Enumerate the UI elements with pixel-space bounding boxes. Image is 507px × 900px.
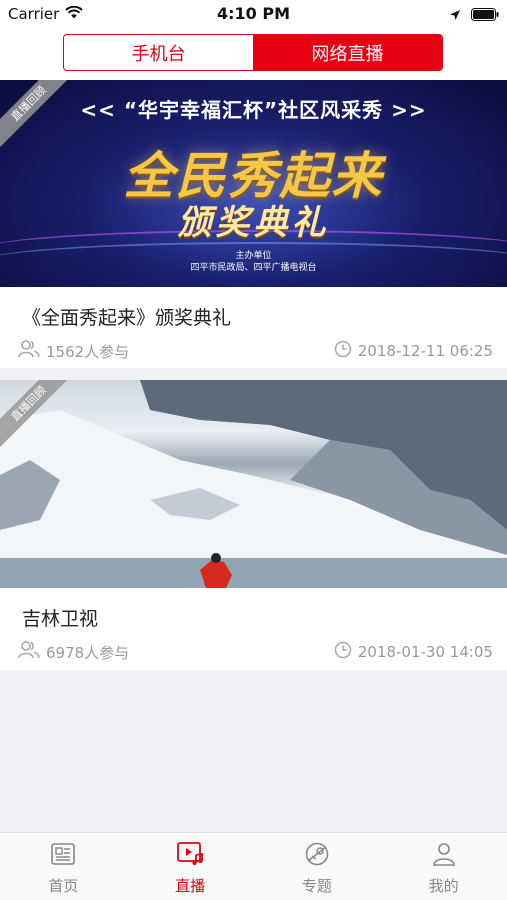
status-bar: Carrier 4:10 PM: [0, 0, 507, 28]
card-meta: 6978人参与 2018-01-30 14:05: [18, 641, 493, 663]
banner-top-text: << “华宇幸福汇杯”社区风采秀 >>: [80, 98, 427, 122]
people-icon: [18, 641, 40, 663]
location-arrow-icon: [449, 6, 461, 25]
card-title[interactable]: 《全面秀起来》颁奖典礼: [22, 303, 231, 330]
datetime: 2018-01-30 14:05: [357, 643, 493, 661]
status-indicators: [449, 6, 499, 25]
clock-icon: [334, 641, 352, 663]
card-meta: 1562人参与 2018-12-11 06:25: [18, 340, 493, 362]
card-title[interactable]: 吉林卫视: [22, 604, 98, 631]
participants-count: 6978人参与: [46, 643, 130, 662]
participants: 6978人参与: [18, 641, 129, 663]
segmented-control: 手机台 网络直播: [63, 34, 443, 71]
participants: 1562人参与: [18, 340, 129, 362]
tab-profile-label: 我的: [428, 877, 459, 895]
participants-count: 1562人参与: [46, 342, 130, 361]
tab-live-stream[interactable]: 网络直播: [253, 35, 442, 70]
top-header: 手机台 网络直播: [0, 28, 507, 80]
timestamp: 2018-12-11 06:25: [334, 340, 493, 362]
live-banner-image[interactable]: 直播回顾: [0, 380, 507, 588]
profile-icon: [431, 841, 457, 871]
clock-icon: [334, 340, 352, 362]
people-icon: [18, 340, 40, 362]
tab-topic[interactable]: 专题: [254, 833, 381, 900]
banner-sub-text: 颁奖典礼: [177, 203, 330, 243]
tab-topic-label: 专题: [301, 877, 332, 895]
tab-live[interactable]: 直播: [127, 833, 254, 900]
news-icon: [50, 841, 76, 871]
timestamp: 2018-01-30 14:05: [334, 641, 493, 663]
tab-mobile-tv[interactable]: 手机台: [64, 35, 253, 70]
live-card[interactable]: 直播回顾 吉林卫视 6978人参与 2018-01-30 14:05: [0, 380, 507, 670]
organizer-title: 主办单位: [235, 251, 272, 261]
clock: 4:10 PM: [216, 4, 290, 23]
glacier-landscape: [0, 380, 507, 588]
topic-icon: [304, 841, 330, 871]
tab-live-label: 直播: [175, 877, 206, 895]
datetime: 2018-12-11 06:25: [357, 342, 493, 360]
organizer-line: 四平市民政局、四平广播电视台: [190, 263, 317, 273]
live-video-icon: [176, 841, 204, 871]
live-banner-image[interactable]: << “华宇幸福汇杯”社区风采秀 >> 全民秀起来 颁奖典礼 主办单位 四平市民…: [0, 80, 507, 287]
banner-organizer: 主办单位 四平市民政局、四平广播电视台: [0, 250, 507, 274]
bottom-tab-bar: 首页 直播 专题 我的: [0, 832, 507, 900]
live-card[interactable]: << “华宇幸福汇杯”社区风采秀 >> 全民秀起来 颁奖典礼 主办单位 四平市民…: [0, 80, 507, 368]
tab-profile[interactable]: 我的: [380, 833, 507, 900]
tab-home-label: 首页: [48, 877, 79, 895]
tab-home[interactable]: 首页: [0, 833, 127, 900]
battery-icon: [471, 6, 499, 25]
